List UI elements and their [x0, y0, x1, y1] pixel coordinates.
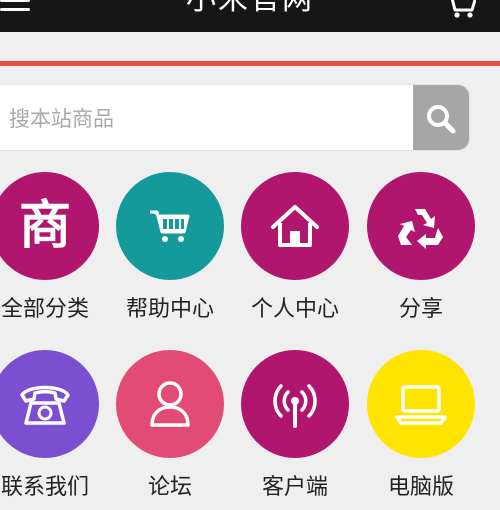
menu-item-label: 联系我们	[0, 475, 89, 500]
menu-item-circle	[116, 172, 224, 280]
menu-item-circle	[241, 350, 349, 458]
menu-item-all-categories[interactable]: 商 全部分类	[0, 172, 110, 332]
recycle-icon	[398, 209, 443, 249]
menu-item-circle	[367, 172, 475, 280]
menu-item-desktop-version[interactable]: 电脑版	[356, 350, 486, 510]
menu-item-circle: 商	[0, 172, 99, 280]
laptop-icon	[395, 385, 447, 425]
telephone-icon	[20, 385, 70, 425]
user-icon	[150, 381, 190, 427]
menu-item-label: 论坛	[147, 475, 192, 500]
menu-item-circle	[116, 350, 224, 458]
menu-item-label: 客户端	[261, 475, 328, 500]
menu-item-label: 个人中心	[250, 297, 339, 322]
menu-grid: 商 全部分类 帮助中心 个人中心 分享 联系我们 论坛 客户端 电脑版	[0, 0, 500, 500]
menu-item-contact-us[interactable]: 联系我们	[0, 350, 110, 510]
menu-item-forum[interactable]: 论坛	[105, 350, 235, 510]
cart-icon	[150, 210, 190, 242]
menu-item-circle	[367, 350, 475, 458]
menu-item-client[interactable]: 客户端	[230, 350, 360, 510]
home-icon	[271, 205, 319, 247]
menu-item-label: 帮助中心	[125, 297, 214, 322]
menu-item-label: 分享	[398, 297, 443, 322]
menu-item-circle	[0, 350, 99, 458]
menu-item-label: 全部分类	[0, 297, 89, 322]
shang-icon: 商	[18, 196, 71, 256]
menu-item-label: 电脑版	[387, 475, 454, 500]
broadcast-icon	[273, 384, 317, 428]
menu-item-share[interactable]: 分享	[356, 172, 486, 332]
menu-item-help-center[interactable]: 帮助中心	[105, 172, 235, 332]
menu-item-circle	[241, 172, 349, 280]
menu-item-personal-center[interactable]: 个人中心	[230, 172, 360, 332]
